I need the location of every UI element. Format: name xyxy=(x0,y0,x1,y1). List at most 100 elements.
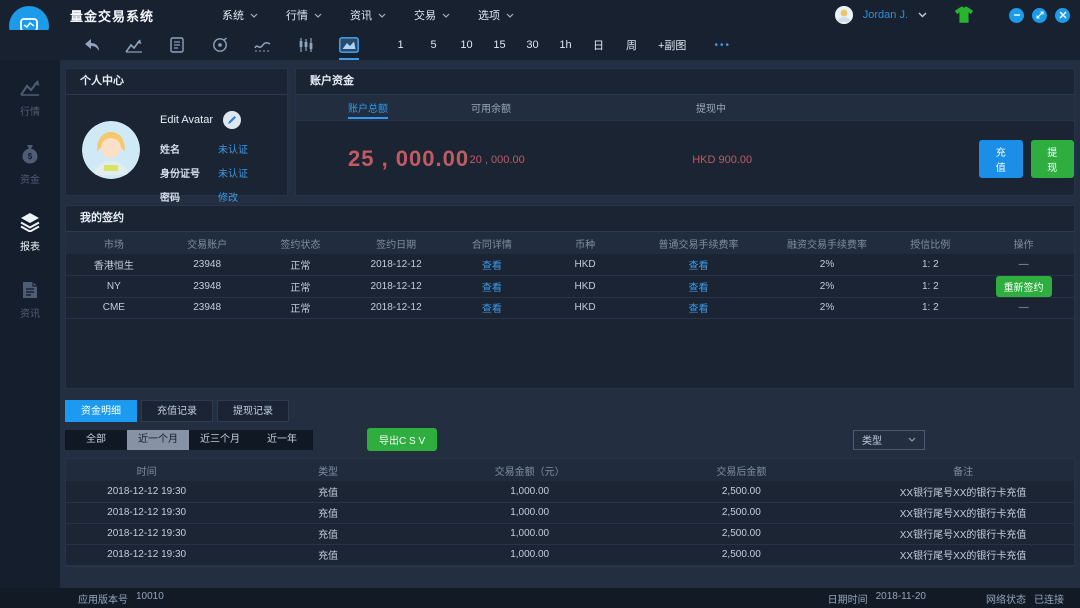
period-15[interactable]: 15 xyxy=(483,39,516,51)
sidebar-item-funds[interactable]: $ 资金 xyxy=(0,138,60,192)
contracts-header-row: 市场 交易账户 签约状态 签约日期 合同详情 币种 普通交易手续费率 融资交易手… xyxy=(66,232,1074,254)
type-select[interactable]: 类型 xyxy=(853,429,925,450)
chart-tool-icons xyxy=(80,34,360,60)
edit-avatar-button[interactable] xyxy=(223,111,241,129)
sidebar-item-reports[interactable]: 报表 xyxy=(0,206,60,259)
top-bar: 量金交易系统 系统 行情 资讯 交易 选项 Jordan J. xyxy=(0,0,1080,46)
menu-quotes[interactable]: 行情 xyxy=(286,7,322,23)
fee-view-link[interactable]: 查看 xyxy=(688,261,708,272)
period-week[interactable]: 周 xyxy=(615,37,648,53)
filter-last-month[interactable]: 近一个月 xyxy=(127,429,189,450)
chevron-down-icon xyxy=(378,13,386,18)
withdrawing-label: 提现中 xyxy=(696,104,726,115)
sidebar-item-news[interactable]: 资讯 xyxy=(0,273,60,326)
record-row: 2018-12-12 19:30 充值 1,000.00 2,500.00 XX… xyxy=(66,523,1074,545)
tab-funds-detail[interactable]: 资金明细 xyxy=(65,400,137,422)
record-row: 2018-12-12 19:30 充值 1,000.00 2,500.00 XX… xyxy=(66,481,1074,503)
tab-withdraw-records[interactable]: 提现记录 xyxy=(217,400,289,422)
user-avatar[interactable] xyxy=(834,6,853,24)
records-tabs: 资金明细 充值记录 提现记录 xyxy=(65,400,1075,422)
more-icon[interactable]: ••• xyxy=(714,40,731,51)
close-button[interactable] xyxy=(1055,7,1070,23)
account-funds-title: 账户资金 xyxy=(296,69,1074,95)
withdrawing-value: HKD 900.00 xyxy=(692,154,753,166)
name-verify-link[interactable]: 未认证 xyxy=(218,141,248,156)
user-name[interactable]: Jordan J. xyxy=(863,9,908,21)
news-doc-icon xyxy=(23,282,37,298)
password-modify-link[interactable]: 修改 xyxy=(218,189,238,204)
period-5[interactable]: 5 xyxy=(417,39,450,51)
filter-last-year[interactable]: 近一年 xyxy=(251,430,313,450)
add-subchart-button[interactable]: +副图 xyxy=(658,37,686,53)
menu-trade[interactable]: 交易 xyxy=(414,7,450,23)
available-balance-label: 可用余额 xyxy=(471,104,511,115)
back-icon[interactable] xyxy=(80,34,102,56)
contract-row: CME 23948 正常 2018-12-12 查看 HKD 查看 2% 1: … xyxy=(66,297,1074,319)
period-10[interactable]: 10 xyxy=(450,39,483,51)
available-balance-value: 20 , 000.00 xyxy=(469,154,525,166)
records-header-row: 时间 类型 交易金额（元） 交易后金额 备注 xyxy=(66,459,1074,481)
period-1[interactable]: 1 xyxy=(384,39,417,51)
withdraw-button[interactable]: 提现 xyxy=(1030,140,1074,178)
main-menu: 系统 行情 资讯 交易 选项 xyxy=(222,7,514,23)
chart-image-icon[interactable] xyxy=(338,34,360,60)
chevron-down-icon xyxy=(506,13,514,18)
my-contracts-panel: 我的签约 市场 交易账户 签约状态 签约日期 合同详情 币种 普通交易手续费率 … xyxy=(65,205,1075,389)
target-icon[interactable] xyxy=(209,34,231,56)
account-funds-panel: 账户资金 账户总额 可用余额 提现中 25 , 000.00 20 , 000.… xyxy=(295,68,1075,196)
user-menu-chevron-icon[interactable] xyxy=(918,12,927,18)
period-day[interactable]: 日 xyxy=(582,37,615,53)
date-range-filter: 全部 近一个月 近三个月 近一年 xyxy=(65,429,313,450)
money-bag-icon: $ xyxy=(22,145,38,164)
contract-view-link[interactable]: 查看 xyxy=(482,261,502,272)
chevron-down-icon xyxy=(442,13,450,18)
filter-last-3-months[interactable]: 近三个月 xyxy=(189,430,251,450)
contract-view-link[interactable]: 查看 xyxy=(482,283,502,294)
profile-avatar[interactable] xyxy=(82,121,140,179)
period-30[interactable]: 30 xyxy=(516,39,549,51)
personal-center-title: 个人中心 xyxy=(66,69,287,95)
menu-news[interactable]: 资讯 xyxy=(350,7,386,23)
contract-row: NY 23948 正常 2018-12-12 查看 HKD 查看 2% 1: 2… xyxy=(66,275,1074,298)
no-action-dash: — xyxy=(1018,258,1029,270)
total-balance-value: 25 , 000.00 xyxy=(348,146,470,171)
contracts-table: 市场 交易账户 签约状态 签约日期 合同详情 币种 普通交易手续费率 融资交易手… xyxy=(66,232,1074,319)
market-chart-icon xyxy=(20,80,40,96)
export-csv-button[interactable]: 导出C S V xyxy=(367,428,438,451)
filter-all[interactable]: 全部 xyxy=(65,430,127,450)
menu-options[interactable]: 选项 xyxy=(478,7,514,23)
order-list-icon[interactable] xyxy=(166,34,188,56)
resign-contract-button[interactable]: 重新签约 xyxy=(995,275,1052,297)
main-content: 个人中心 Edit Avatar 姓名 未认证 身份证号 未认证 密码 修改 账… xyxy=(60,60,1080,588)
menu-system[interactable]: 系统 xyxy=(222,7,258,23)
window-controls xyxy=(1009,7,1070,23)
chevron-down-icon xyxy=(314,13,322,18)
trend-line-icon[interactable] xyxy=(252,34,274,56)
contract-row: 香港恒生 23948 正常 2018-12-12 查看 HKD 查看 2% 1:… xyxy=(66,254,1074,276)
network-status: 网络状态 已连接 xyxy=(986,594,1064,606)
record-row: 2018-12-12 19:30 充值 1,000.00 2,500.00 XX… xyxy=(66,502,1074,524)
theme-shirt-icon[interactable] xyxy=(953,6,975,24)
contract-view-link[interactable]: 查看 xyxy=(482,304,502,315)
sidebar-item-quotes[interactable]: 行情 xyxy=(0,72,60,124)
restore-button[interactable] xyxy=(1032,7,1047,23)
recharge-button[interactable]: 充值 xyxy=(979,140,1023,178)
id-number-label: 身份证号 xyxy=(160,169,200,180)
total-balance-label[interactable]: 账户总额 xyxy=(348,104,388,119)
id-verify-link[interactable]: 未认证 xyxy=(218,165,248,180)
chevron-down-icon xyxy=(908,437,916,442)
records-table-panel: 时间 类型 交易金额（元） 交易后金额 备注 2018-12-12 19:30 … xyxy=(65,458,1075,567)
chart-up-icon[interactable] xyxy=(123,34,145,56)
report-layers-icon xyxy=(20,213,40,232)
tab-recharge-records[interactable]: 充值记录 xyxy=(141,400,213,422)
candlestick-icon[interactable] xyxy=(295,34,317,56)
fee-view-link[interactable]: 查看 xyxy=(688,283,708,294)
period-1h[interactable]: 1h xyxy=(549,39,582,51)
record-row: 2018-12-12 19:30 充值 1,000.00 2,500.00 XX… xyxy=(66,544,1074,566)
minimize-button[interactable] xyxy=(1009,7,1024,23)
fee-view-link[interactable]: 查看 xyxy=(688,304,708,315)
svg-text:$: $ xyxy=(28,152,33,161)
chart-toolbar: 1 5 10 15 30 1h 日 周 +副图 ••• xyxy=(0,30,1080,60)
user-area: Jordan J. xyxy=(834,0,1070,30)
edit-avatar-label: Edit Avatar xyxy=(160,114,213,126)
